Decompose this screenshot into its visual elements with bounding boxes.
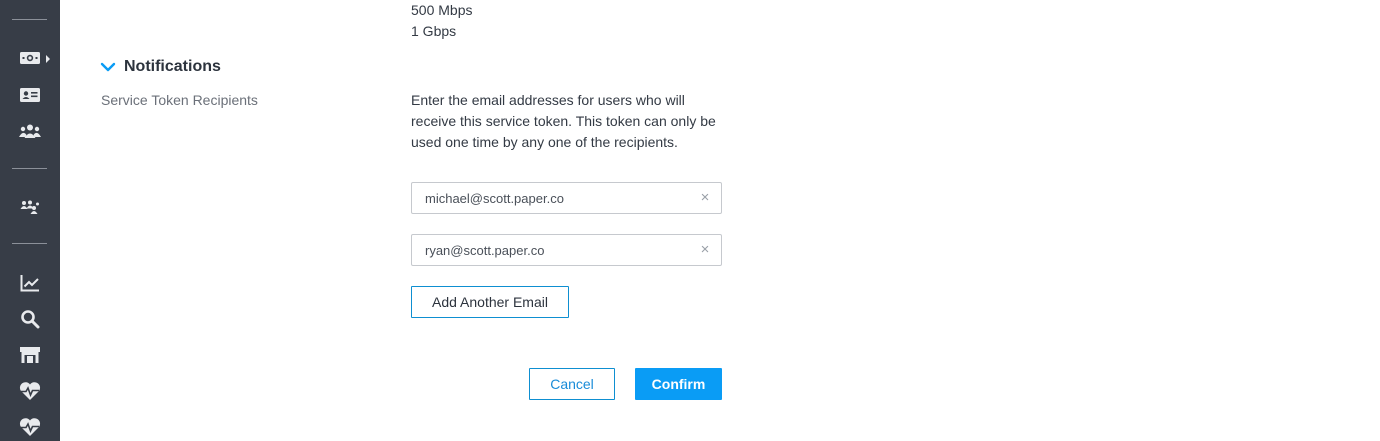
search-icon[interactable] bbox=[19, 309, 41, 329]
users-icon[interactable] bbox=[19, 121, 41, 141]
billing-expand-caret-icon[interactable] bbox=[46, 55, 50, 63]
clear-email-icon[interactable]: × bbox=[698, 190, 712, 206]
billing-icon[interactable] bbox=[19, 48, 41, 68]
sidebar-divider bbox=[12, 243, 47, 244]
notifications-section-toggle[interactable]: Notifications bbox=[100, 57, 221, 77]
clear-email-icon[interactable]: × bbox=[698, 242, 712, 258]
recipient-email-field: × bbox=[411, 182, 722, 214]
chevron-down-icon bbox=[100, 62, 116, 72]
monitoring-icon[interactable] bbox=[19, 417, 41, 437]
recipient-email-input[interactable] bbox=[412, 183, 692, 213]
team-icon[interactable] bbox=[19, 197, 41, 217]
recipients-help-text: Enter the email addresses for users who … bbox=[411, 92, 716, 150]
bandwidth-option[interactable]: 1 Gbps bbox=[411, 22, 456, 40]
cancel-button[interactable]: Cancel bbox=[529, 368, 615, 400]
sidebar-divider bbox=[12, 168, 47, 169]
recipient-email-field: × bbox=[411, 234, 722, 266]
sidebar bbox=[0, 0, 60, 441]
marketplace-icon[interactable] bbox=[19, 345, 41, 365]
health-icon[interactable] bbox=[19, 381, 41, 401]
bandwidth-option[interactable]: 500 Mbps bbox=[411, 1, 472, 19]
section-title: Notifications bbox=[124, 58, 221, 75]
id-card-icon[interactable] bbox=[19, 85, 41, 105]
recipient-email-input[interactable] bbox=[412, 235, 692, 265]
add-another-email-button[interactable]: Add Another Email bbox=[411, 286, 569, 318]
analytics-icon[interactable] bbox=[19, 273, 41, 293]
service-token-recipients-label: Service Token Recipients bbox=[101, 92, 258, 108]
confirm-button[interactable]: Confirm bbox=[635, 368, 722, 400]
sidebar-divider bbox=[12, 19, 47, 20]
